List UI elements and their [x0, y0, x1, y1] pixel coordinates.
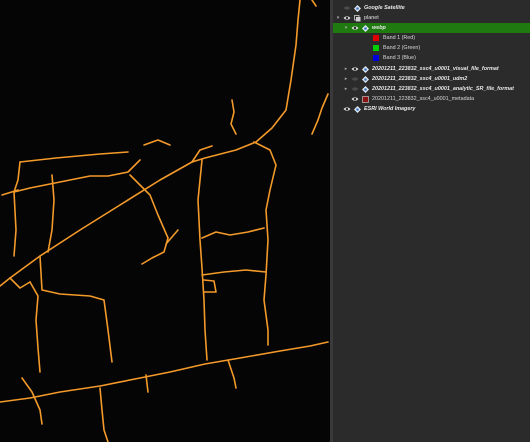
layer-row-google[interactable]: Google Satellite [333, 3, 530, 13]
road-segment [19, 151, 129, 163]
road-segment [145, 374, 149, 393]
road-segment [0, 161, 193, 287]
xyz-tile-icon [361, 74, 369, 84]
layer-label: 20201211_223832_ssc4_u0001_metadata [372, 96, 475, 102]
expand-arrow-icon[interactable]: ▸ [343, 74, 349, 84]
xyz-tile-icon [361, 64, 369, 74]
road-segment [39, 255, 113, 363]
xyz-tile-icon [353, 3, 361, 13]
hidden-eye-icon[interactable] [351, 84, 359, 94]
xyz-tile-icon [361, 84, 369, 94]
road-segment [311, 0, 317, 7]
road-segment [143, 139, 171, 146]
xyz-tile-icon [353, 104, 361, 114]
collapse-arrow-icon[interactable]: ▾ [335, 13, 341, 23]
road-segment [1, 189, 19, 196]
expand-arrow-icon[interactable]: ▸ [343, 84, 349, 94]
layer-label: Band 1 (Red) [383, 35, 416, 41]
raster-layer-icon [361, 94, 369, 104]
layer-label: 20201211_223832_ssc4_u0001_analytic_SR_f… [372, 86, 514, 92]
road-segment [201, 227, 265, 239]
road-segment [253, 141, 277, 346]
group-icon [353, 13, 361, 23]
layer-row-band3[interactable]: Band 3 (Blue) [333, 53, 530, 63]
layer-row-planet[interactable]: ▾ planet [333, 13, 530, 23]
map-canvas[interactable] [0, 0, 330, 442]
road-segment [99, 387, 109, 442]
layer-row-esri[interactable]: ESRI World Imagery [333, 104, 530, 114]
road-segment [0, 341, 329, 403]
layer-label: Band 3 (Blue) [383, 55, 416, 61]
road-segment [230, 99, 237, 135]
layer-row-metadata[interactable]: 20201211_223832_ssc4_u0001_metadata [333, 94, 530, 104]
visibility-eye-icon[interactable] [343, 104, 351, 114]
layer-label: Band 2 (Green) [383, 45, 421, 51]
visibility-eye-icon[interactable] [343, 13, 351, 23]
hidden-eye-icon[interactable] [343, 3, 351, 13]
road-segment [29, 281, 41, 373]
collapse-arrow-icon[interactable]: ▾ [343, 23, 349, 33]
band-color-swatch[interactable] [373, 35, 379, 41]
road-segment [47, 174, 55, 253]
visibility-eye-icon[interactable] [351, 23, 359, 33]
layer-row-udm2[interactable]: ▸ 20201211_223832_ssc4_u0001_udm2 [333, 74, 530, 84]
layers-panel: Google Satellite ▾ planet ▾ webp Band 1 (Red)… [333, 0, 530, 442]
visibility-eye-icon[interactable] [351, 64, 359, 74]
road-segment [13, 161, 21, 257]
band-color-swatch[interactable] [373, 55, 379, 61]
layer-label: planet [364, 15, 379, 21]
road-segment [21, 377, 43, 425]
xyz-tile-icon [361, 23, 369, 33]
road-segment [13, 159, 141, 193]
road-segment [197, 159, 208, 361]
band-color-swatch[interactable] [373, 45, 379, 51]
road-segment [311, 93, 329, 135]
road-segment [203, 279, 217, 293]
hidden-eye-icon[interactable] [351, 74, 359, 84]
road-segment [141, 237, 169, 265]
layer-row-analytic[interactable]: ▸ 20201211_223832_ssc4_u0001_analytic_SR_… [333, 84, 530, 94]
road-network [0, 0, 329, 442]
visibility-eye-icon[interactable] [351, 94, 359, 104]
road-segment [129, 174, 169, 239]
road-segment [9, 277, 31, 289]
layer-label: 20201211_223832_ssc4_u0001_visual_file_f… [372, 66, 499, 72]
road-segment [227, 359, 237, 389]
layer-label: 20201211_223832_ssc4_u0001_udm2 [372, 76, 468, 82]
layer-row-webp[interactable]: ▾ webp [333, 23, 530, 33]
layer-label: Google Satellite [364, 5, 405, 11]
road-segment [191, 0, 301, 163]
road-segment [201, 269, 267, 276]
layer-label: webp [372, 25, 386, 31]
layer-row-band2[interactable]: Band 2 (Green) [333, 43, 530, 53]
layer-label: ESRI World Imagery [364, 106, 416, 112]
layer-row-visual[interactable]: ▸ 20201211_223832_ssc4_u0001_visual_file_… [333, 64, 530, 74]
layer-row-band1[interactable]: Band 1 (Red) [333, 33, 530, 43]
expand-arrow-icon[interactable]: ▸ [343, 64, 349, 74]
